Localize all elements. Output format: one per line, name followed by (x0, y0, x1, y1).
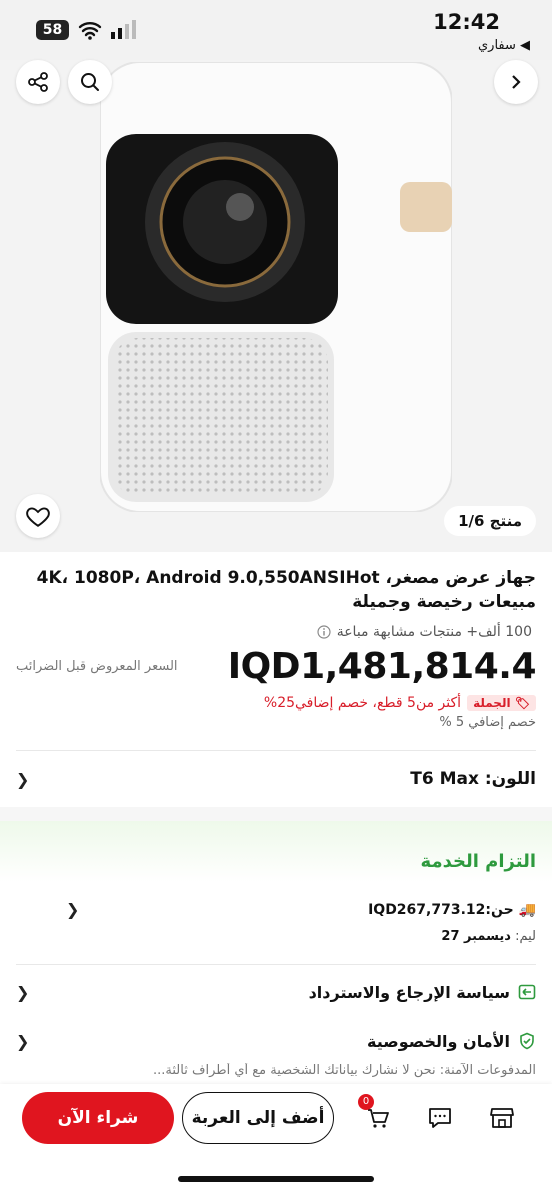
security-label: الأمان والخصوصية (367, 1031, 510, 1051)
pre-tax-note: السعر المعروض قبل الضرائب (16, 659, 178, 674)
chevron-left-icon: ❮ (16, 1031, 30, 1051)
product-details: جهاز عرض مصغر، 4K، 1080P، Android 9.0,55… (0, 552, 552, 1081)
cart-button[interactable]: 0 (356, 1094, 400, 1140)
back-button[interactable] (494, 60, 538, 104)
color-label-text: اللون: (484, 769, 536, 789)
home-indicator (178, 1176, 374, 1182)
store-button[interactable] (480, 1096, 524, 1140)
status-bar: 12:42 ◀ سفاري 58 (0, 0, 552, 60)
color-label: اللون: T6 Max (410, 769, 536, 789)
search-icon (81, 73, 99, 91)
security-row[interactable]: الأمان والخصوصية ❮ (0, 1019, 552, 1063)
security-description: المدفوعات الآمنة: نحن لا نشارك بياناتك ا… (153, 1063, 536, 1078)
info-icon[interactable] (317, 625, 331, 639)
chevron-right-icon (512, 75, 521, 89)
cart-count-badge: 0 (358, 1094, 374, 1110)
product-image (100, 62, 452, 512)
color-value: T6 Max (410, 769, 479, 789)
delivery-date: ليم: ديسمبر 27 (16, 919, 536, 944)
return-policy-label: سياسة الإرجاع والاسترداد (308, 982, 510, 1002)
chevron-left-icon: ❮ (16, 982, 30, 1002)
chevron-left-icon: ❮ (16, 769, 30, 789)
signal-icon (111, 20, 136, 39)
bottom-action-bar: شراء الآن أضف إلى العربة 0 (0, 1084, 552, 1194)
shipping-amount: IQD267,773.12 (368, 901, 486, 918)
sold-text: 100 ألف+ منتجات مشابهة مباعة (336, 624, 532, 640)
shipping-info[interactable]: 🚚 حن:IQD267,773.12 ❮ ليم: ديسمبر 27 (0, 882, 552, 944)
shipping-label: حن: (485, 901, 514, 918)
wholesale-promo: 🏷 الجملة أكثر من5 قطع، خصم إضافي25% (0, 687, 552, 711)
wholesale-tag: 🏷 الجملة (467, 695, 536, 711)
wifi-icon (78, 22, 102, 40)
buy-now-button[interactable]: شراء الآن (22, 1092, 174, 1144)
search-button[interactable] (68, 60, 112, 104)
shipping-cost: 🚚 حن:IQD267,773.12 (368, 902, 536, 918)
add-to-cart-button[interactable]: أضف إلى العربة (182, 1092, 334, 1144)
service-heading: التزام الخدمة (0, 821, 552, 882)
shield-icon (520, 1032, 534, 1050)
battery-icon: 58 (36, 20, 69, 40)
delivery-date-value: ديسمبر 27 (441, 929, 511, 944)
return-icon (518, 984, 536, 1000)
promo-text: أكثر من5 قطع، خصم إضافي25% (263, 695, 462, 711)
chat-button[interactable] (418, 1096, 462, 1140)
share-icon (28, 72, 48, 92)
return-policy-row[interactable]: سياسة الإرجاع والاسترداد ❮ (0, 965, 552, 1019)
product-price: IQD1,481,814.4 (227, 646, 537, 687)
chevron-left-icon: ❮ (66, 900, 80, 919)
share-button[interactable] (16, 60, 60, 104)
delivery-prefix: ليم: (515, 929, 536, 944)
price-row: IQD1,481,814.4 السعر المعروض قبل الضرائب (0, 640, 552, 687)
chat-icon (429, 1108, 451, 1128)
image-counter: منتج 1/6 (444, 506, 536, 536)
clock: 12:42 (433, 10, 500, 34)
extra-discount: خصم إضافي 5 % (439, 715, 536, 730)
heart-icon (26, 507, 50, 527)
back-to-app[interactable]: ◀ سفاري (478, 38, 530, 53)
store-icon (490, 1108, 514, 1128)
wishlist-button[interactable] (16, 494, 60, 538)
product-title: جهاز عرض مصغر، 4K، 1080P، Android 9.0,55… (36, 568, 536, 612)
sold-count: 100 ألف+ منتجات مشابهة مباعة (0, 614, 552, 640)
truck-icon: 🚚 (518, 901, 536, 918)
wholesale-tag-label: الجملة (473, 696, 511, 710)
color-selector[interactable]: اللون: T6 Max ❮ (0, 751, 552, 807)
tag-icon: 🏷 (514, 696, 530, 710)
